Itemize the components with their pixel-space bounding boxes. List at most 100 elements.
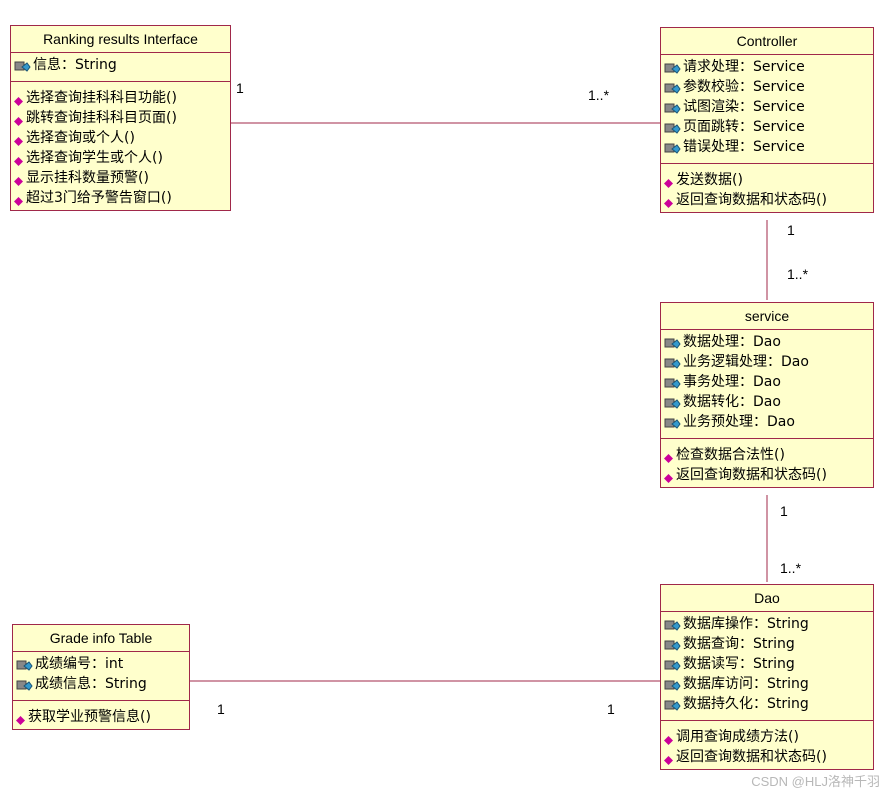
operation-row: 选择查询学生或个人() [14,148,230,168]
class-name: Grade info Table [13,625,189,652]
operation-text: 返回查询数据和状态码() [676,467,827,483]
watermark: CSDN @HLJ洛神千羽 [751,774,880,789]
operation-row: 跳转查询挂科科目页面() [14,108,230,128]
attribute-text: 数据库访问：String [683,676,809,692]
operation-section: 选择查询挂科科目功能() 跳转查询挂科科目页面() 选择查询或个人() 选择查询… [11,82,230,210]
attribute-icon [664,396,681,409]
attribute-text: 数据处理：Dao [683,334,781,350]
operation-text: 发送数据() [676,172,743,188]
attribute-row: 数据处理：Dao [664,332,873,352]
attribute-icon [664,61,681,74]
class-name: service [661,303,873,330]
attribute-section: 信息：String [11,53,230,82]
attribute-text: 数据查询：String [683,636,795,652]
attribute-row: 数据库操作：String [664,614,873,634]
attribute-row: 数据库访问：String [664,674,873,694]
operation-row: 选择查询挂科科目功能() [14,88,230,108]
attribute-row: 数据转化：Dao [664,392,873,412]
class-dao[interactable]: Dao 数据库操作：String 数据查询：String 数据读写：String… [660,584,874,770]
class-ranking-results-interface[interactable]: Ranking results Interface 信息：String 选择查询… [10,25,231,211]
multiplicity-label: 1 [236,80,244,96]
operation-text: 调用查询成绩方法() [676,729,799,745]
attribute-icon [664,141,681,154]
attribute-icon [664,101,681,114]
attribute-text: 请求处理：Service [683,59,805,75]
attribute-text: 业务逻辑处理：Dao [683,354,809,370]
attribute-text: 数据库操作：String [683,616,809,632]
attribute-text: 页面跳转：Service [683,119,805,135]
operation-row: 发送数据() [664,170,873,190]
operation-row: 返回查询数据和状态码() [664,465,873,485]
multiplicity-label: 1..* [780,560,802,576]
operation-icon [14,191,23,206]
operation-icon [664,468,673,483]
attribute-icon [664,658,681,671]
class-service[interactable]: service 数据处理：Dao 业务逻辑处理：Dao 事务处理：Dao 数据转… [660,302,874,488]
operation-row: 获取学业预警信息() [16,707,189,727]
attribute-section: 请求处理：Service 参数校验：Service 试图渲染：Service 页… [661,55,873,164]
attribute-text: 成绩信息：String [35,676,147,692]
attribute-text: 业务预处理：Dao [683,414,795,430]
operation-icon [664,448,673,463]
attribute-row: 错误处理：Service [664,137,873,157]
attribute-text: 事务处理：Dao [683,374,781,390]
attribute-section: 数据处理：Dao 业务逻辑处理：Dao 事务处理：Dao 数据转化：Dao 业务… [661,330,873,439]
operation-text: 返回查询数据和状态码() [676,749,827,765]
multiplicity-label: 1..* [588,87,610,103]
attribute-section: 数据库操作：String 数据查询：String 数据读写：String 数据库… [661,612,873,721]
attribute-row: 试图渲染：Service [664,97,873,117]
attribute-row: 成绩编号：int [16,654,189,674]
operation-row: 检查数据合法性() [664,445,873,465]
attribute-icon [664,336,681,349]
attribute-icon [664,356,681,369]
operation-row: 返回查询数据和状态码() [664,747,873,767]
class-grade-info-table[interactable]: Grade info Table 成绩编号：int 成绩信息：String 获取… [12,624,190,730]
attribute-text: 信息：String [33,57,117,73]
class-name: Controller [661,28,873,55]
attribute-row: 页面跳转：Service [664,117,873,137]
operation-icon [14,91,23,106]
attribute-text: 数据持久化：String [683,696,809,712]
attribute-icon [664,618,681,631]
attribute-icon [664,678,681,691]
operation-icon [14,131,23,146]
operation-text: 检查数据合法性() [676,447,785,463]
operation-icon [664,730,673,745]
operation-text: 跳转查询挂科科目页面() [26,110,177,126]
attribute-icon [14,59,31,72]
attribute-row: 参数校验：Service [664,77,873,97]
attribute-row: 数据查询：String [664,634,873,654]
operation-text: 选择查询学生或个人() [26,150,163,166]
operation-icon [14,111,23,126]
class-name: Dao [661,585,873,612]
operation-section: 获取学业预警信息() [13,701,189,729]
attribute-row: 业务逻辑处理：Dao [664,352,873,372]
attribute-icon [664,638,681,651]
multiplicity-label: 1 [787,222,795,238]
multiplicity-label: 1..* [787,266,809,282]
attribute-text: 数据读写：String [683,656,795,672]
attribute-icon [664,81,681,94]
operation-section: 检查数据合法性() 返回查询数据和状态码() [661,439,873,487]
operation-icon [14,171,23,186]
operation-row: 返回查询数据和状态码() [664,190,873,210]
operation-text: 选择查询挂科科目功能() [26,90,177,106]
attribute-text: 参数校验：Service [683,79,805,95]
multiplicity-label: 1 [217,701,225,717]
attribute-row: 业务预处理：Dao [664,412,873,432]
operation-text: 选择查询或个人() [26,130,135,146]
operation-section: 发送数据() 返回查询数据和状态码() [661,164,873,212]
attribute-icon [16,678,33,691]
class-controller[interactable]: Controller 请求处理：Service 参数校验：Service 试图渲… [660,27,874,213]
operation-section: 调用查询成绩方法() 返回查询数据和状态码() [661,721,873,769]
operation-row: 选择查询或个人() [14,128,230,148]
attribute-section: 成绩编号：int 成绩信息：String [13,652,189,701]
attribute-text: 错误处理：Service [683,139,805,155]
operation-icon [14,151,23,166]
attribute-text: 试图渲染：Service [683,99,805,115]
operation-icon [664,750,673,765]
attribute-icon [664,376,681,389]
attribute-row: 事务处理：Dao [664,372,873,392]
attribute-row: 数据持久化：String [664,694,873,714]
operation-icon [16,710,25,725]
